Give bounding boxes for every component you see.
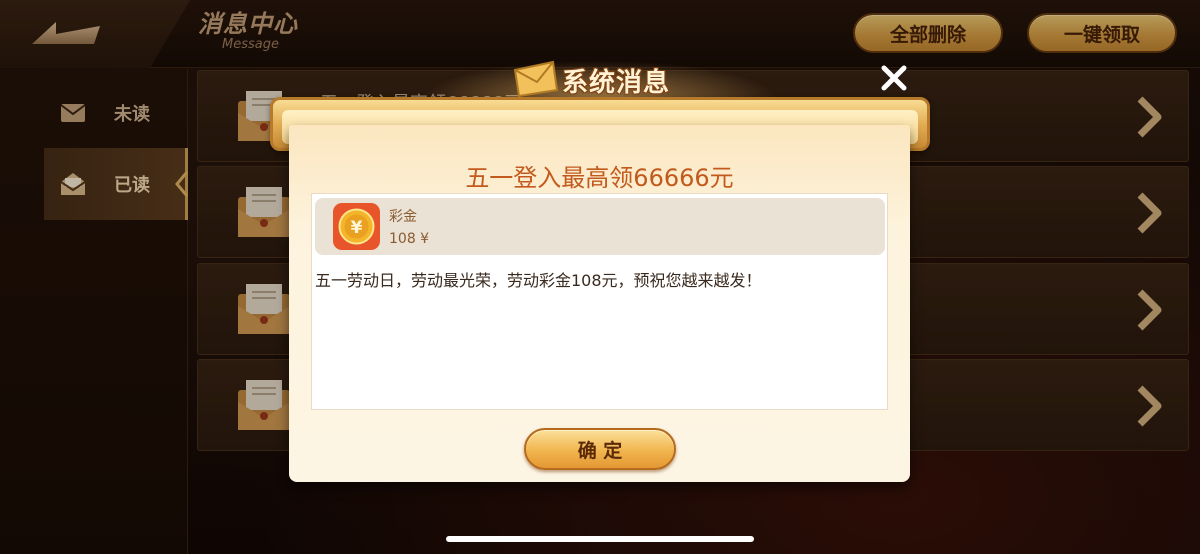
message-body: 五一劳动日，劳动最光荣，劳动彩金108元，预祝您越来越发！ <box>315 271 762 290</box>
reward-amount: 108 ¥ <box>389 231 430 247</box>
dialog-message-title: 五一登入最高领66666元 <box>465 164 734 192</box>
confirm-button[interactable]: 确 定 <box>524 428 676 470</box>
svg-text:¥: ¥ <box>351 218 363 238</box>
close-button[interactable] <box>878 62 910 94</box>
envelope-icon <box>513 60 559 98</box>
reward-name: 彩金 <box>389 209 417 225</box>
close-icon <box>881 65 907 91</box>
dialog-header-title: 系统消息 <box>562 68 671 98</box>
yuan-coin-icon: ¥ <box>333 203 380 250</box>
home-indicator[interactable] <box>446 536 754 542</box>
